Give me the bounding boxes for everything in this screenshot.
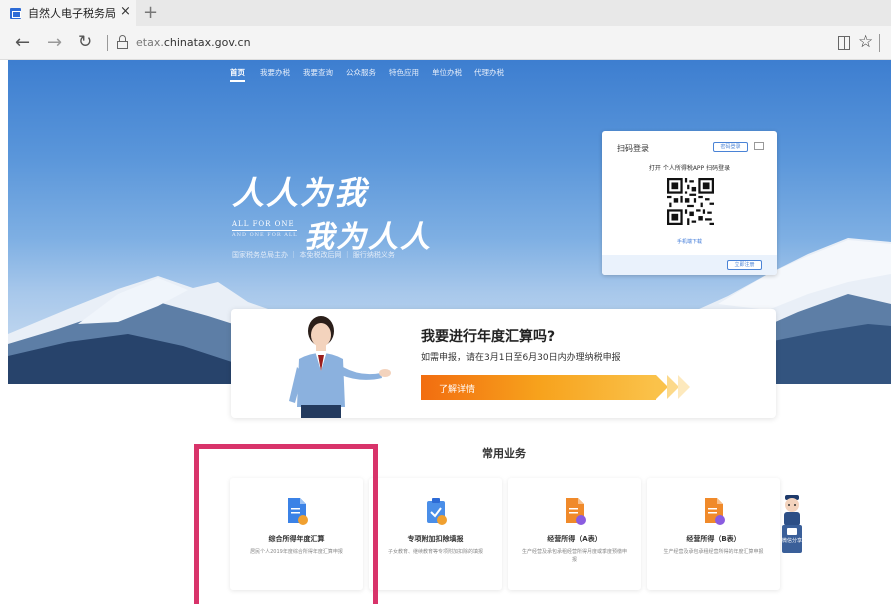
password-login-button[interactable]: 密码登录 (713, 142, 748, 152)
tab-bar: 自然人电子税务局 × + (0, 0, 891, 26)
card-description: 生产经营及承包承租经营所得月度或季度预缴申报 (522, 549, 628, 563)
assistant-robot-icon[interactable] (780, 493, 804, 555)
document-icon (705, 498, 725, 525)
nav-item-query[interactable]: 我要查询 (303, 67, 333, 78)
service-card-business-income-b[interactable]: 经营所得（B表） 生产经营及承包承租经营所得的年度汇算申报 (647, 478, 780, 590)
highlight-box (194, 444, 378, 604)
new-tab-icon[interactable]: + (143, 2, 158, 23)
qr-code (667, 178, 714, 225)
toolbar-divider (879, 34, 880, 52)
learn-more-button[interactable]: 了解详情 (421, 375, 656, 400)
lock-icon[interactable] (117, 35, 128, 49)
back-arrow-icon[interactable]: ← (15, 32, 30, 53)
url-prefix: etax. (136, 36, 164, 49)
hero-slogan-english1: ALL FOR ONE (232, 220, 295, 228)
address-bar: ← → ↻ etax.chinatax.gov.cn ☆ (0, 26, 891, 60)
nav-item-features[interactable]: 特色应用 (389, 67, 419, 78)
qr-login-panel: 扫码登录 密码登录 打开 个人所得税APP 扫码登录 手机端下载 立即注册 (602, 131, 777, 275)
login-title: 扫码登录 (617, 144, 649, 153)
annual-settlement-banner: 我要进行年度汇算吗? 如需申报，请在3月1日至6月30日内办理纳税申报 了解详情 (231, 309, 776, 418)
card-description: 子女教育、继续教育等专项附加扣除的填报 (387, 549, 483, 555)
register-button[interactable]: 立即注册 (727, 260, 762, 270)
assistant-label: 微信分享 (782, 538, 803, 544)
refresh-icon[interactable]: ↻ (78, 32, 92, 52)
section-title: 常用业务 (482, 447, 526, 460)
card-title: 专项附加扣除填报 (407, 535, 464, 543)
nav-item-tax-filing[interactable]: 我要办税 (260, 67, 290, 78)
main-nav: 首页 我要办税 我要查询 公众服务 特色应用 单位办税 代理办税 (8, 60, 891, 84)
banner-subtitle: 如需申报，请在3月1日至6月30日内办理纳税申报 (421, 353, 621, 363)
learn-more-label: 了解详情 (439, 385, 476, 395)
service-card-business-income-a[interactable]: 经营所得（A表） 生产经营及承包承租经营所得月度或季度预缴申报 (508, 478, 641, 590)
clipboard-icon (427, 498, 447, 525)
login-footer: 立即注册 (602, 255, 777, 275)
close-icon[interactable]: × (120, 4, 131, 19)
card-title: 经营所得（A表） (547, 535, 602, 543)
hero-slogan-english2: AND ONE FOR ALL (232, 230, 298, 238)
service-card-special-deduction[interactable]: 专项附加扣除填报 子女教育、继续教育等专项附加扣除的填报 (369, 478, 502, 590)
login-hint: 打开 个人所得税APP 扫码登录 (648, 165, 731, 172)
toolbar-divider (107, 35, 108, 51)
card-description: 生产经营及承包承租经营所得的年度汇算申报 (663, 549, 764, 555)
reading-view-icon[interactable] (838, 36, 850, 50)
nav-item-home[interactable]: 首页 (230, 67, 245, 82)
monitor-icon[interactable] (754, 142, 764, 150)
forward-arrow-icon[interactable]: → (47, 32, 62, 53)
nav-item-company[interactable]: 单位办税 (432, 67, 462, 78)
url-field[interactable]: etax.chinatax.gov.cn (136, 36, 251, 49)
tab-title: 自然人电子税务局 (28, 7, 116, 20)
document-icon (566, 498, 586, 525)
nav-item-agent[interactable]: 代理办税 (474, 67, 504, 78)
chevron-right-icon (678, 375, 690, 399)
hero-slogan-line1: 人人为我 (232, 174, 369, 212)
hero-subtitle: 国家税务总局主办 ｜ 本免税改后网 ｜ 服行纳税义务 (232, 251, 395, 259)
mobile-download-link[interactable]: 手机端下载 (602, 238, 777, 245)
banner-title: 我要进行年度汇算吗? (421, 329, 556, 345)
card-title: 经营所得（B表） (686, 535, 741, 543)
browser-tab[interactable]: 自然人电子税务局 × (0, 0, 136, 26)
tax-officer-illustration (289, 316, 391, 418)
url-domain: chinatax.gov.cn (163, 36, 251, 49)
nav-item-public-service[interactable]: 公众服务 (346, 67, 376, 78)
site-favicon-icon (10, 8, 21, 19)
favorite-star-icon[interactable]: ☆ (858, 32, 873, 52)
